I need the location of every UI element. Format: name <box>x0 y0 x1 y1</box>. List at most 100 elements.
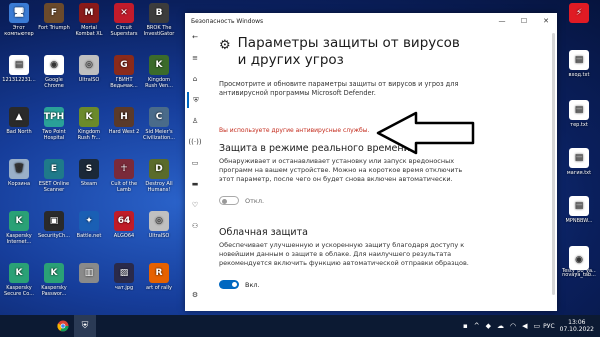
desktop-icon-label: Hard West 2 <box>108 129 140 135</box>
minimize-button[interactable]: — <box>491 17 513 25</box>
desktop-icon-label: novaya_tab... <box>562 272 596 278</box>
desktop-icon[interactable]: ⚡ <box>562 3 596 25</box>
taskbar: ⛨ ▪ ^ ◆ ☁ ◠ ◀ ▭ РУС 13:06 07.10.2022 <box>0 315 600 337</box>
desktop-icon-label: чат.jpg <box>114 285 134 291</box>
desktop-icon-label: MPNBBW... <box>565 218 593 224</box>
desktop-icon[interactable]: B BROK The InvestiGator <box>142 3 176 37</box>
desktop-icon-label: вход.txt <box>568 72 590 78</box>
back-icon[interactable]: ← <box>187 29 203 45</box>
desktop-app-icon: M <box>79 3 99 23</box>
desktop-icon[interactable]: ◉ novaya_tab... <box>562 250 596 278</box>
desktop-icon[interactable]: K Kingdom Rush Fr... <box>72 107 106 141</box>
family-icon[interactable]: ⚇ <box>187 218 203 234</box>
desktop-icon-label: Cult of the Lamb <box>110 181 138 193</box>
shield-icon[interactable]: ⛨ <box>187 92 203 108</box>
battery-icon[interactable]: ▭ <box>534 322 541 330</box>
desktop-icon[interactable]: ▣ SecurityCh... <box>37 211 71 239</box>
clock[interactable]: 13:06 07.10.2022 <box>560 319 594 333</box>
desktop-app-icon: ▤ <box>569 148 589 168</box>
realtime-toggle-label: Откл. <box>245 196 265 205</box>
navigation-rail: ← ≡ ⌂ ⛨ ♙ ((·)) ▭ ▬ ♡ ⚇ ⚙ <box>185 29 205 311</box>
realtime-protection-description: Обнаруживает и останавливает установку и… <box>219 157 463 183</box>
laptop-icon[interactable]: ▬ <box>187 176 203 192</box>
title-bar: Безопасность Windows — ☐ ✕ <box>185 13 557 29</box>
desktop-app-icon: K <box>9 263 29 283</box>
desktop-icon[interactable]: K Kaspersky Internet... <box>2 211 36 245</box>
desktop-icon[interactable]: ✦ Battle.net <box>72 211 106 239</box>
chrome-taskbar-icon[interactable] <box>52 315 74 337</box>
desktop-icon[interactable]: ▥ <box>72 263 106 285</box>
page-title: Параметры защиты от вирусов и других угр… <box>237 35 460 68</box>
desktop-icon-label: Destroy All Humans! <box>145 181 173 193</box>
desktop-icon[interactable]: G ГВИНТ Ведьмак... <box>107 55 141 89</box>
wifi-icon[interactable]: ((·)) <box>187 134 203 150</box>
close-button[interactable]: ✕ <box>535 17 557 25</box>
desktop-icon[interactable]: ▤ 121312231... <box>2 55 36 83</box>
heart-icon[interactable]: ♡ <box>187 197 203 213</box>
desktop-app-icon: K <box>79 107 99 127</box>
desktop-icon[interactable]: ▲ Bad North <box>2 107 36 135</box>
realtime-protection-toggle[interactable] <box>219 196 239 205</box>
chevron-up-icon[interactable]: ^ <box>474 322 480 330</box>
menu-icon[interactable]: ≡ <box>187 50 203 66</box>
desktop-icon[interactable]: ▤ MPNBBW... <box>562 196 596 224</box>
tray-shield-icon[interactable]: ◆ <box>486 322 491 330</box>
desktop-icon[interactable]: C Sid Meier's Civilization... <box>142 107 176 141</box>
volume-icon[interactable]: ◀ <box>522 322 527 330</box>
desktop-icon[interactable]: E ESET Online Scanner <box>37 159 71 193</box>
desktop-icon[interactable]: ◎ UltraISO <box>72 55 106 83</box>
desktop-icon[interactable]: 🗑 Корзина <box>2 159 36 187</box>
desktop-icon-label: ESET Online Scanner <box>38 181 70 193</box>
cloud-protection-toggle[interactable] <box>219 280 239 289</box>
tray-cloud-icon[interactable]: ☁ <box>497 322 504 330</box>
annotation-arrow-icon <box>376 111 475 155</box>
desktop-icon[interactable]: TPH Two Point Hospital <box>37 107 71 141</box>
desktop-icon-label: Корзина <box>7 181 31 187</box>
desktop-app-icon: B <box>149 3 169 23</box>
desktop-icon[interactable]: ◉ Google Chrome <box>37 55 71 89</box>
person-icon[interactable]: ♙ <box>187 113 203 129</box>
desktop-icon[interactable]: D Destroy All Humans! <box>142 159 176 193</box>
desktop-icon[interactable]: ▤ вход.txt <box>562 50 596 78</box>
desktop-app-icon: 64 <box>114 211 134 231</box>
virus-settings-icon: ⚙ <box>219 38 231 53</box>
desktop-app-icon: ▲ <box>9 107 29 127</box>
desktop-icon[interactable]: K Kaspersky Passwor... <box>37 263 71 297</box>
desktop-icon-label: Sid Meier's Civilization... <box>142 129 176 141</box>
desktop-icon[interactable]: H Hard West 2 <box>107 107 141 135</box>
language-indicator[interactable]: РУС <box>543 323 554 330</box>
home-icon[interactable]: ⌂ <box>187 71 203 87</box>
desktop-app-icon: ☥ <box>114 159 134 179</box>
windows-security-taskbar-icon[interactable]: ⛨ <box>74 315 96 337</box>
settings-icon[interactable]: ⚙ <box>187 287 203 303</box>
scrollbar[interactable] <box>552 33 555 295</box>
desktop-app-icon: 🗑 <box>9 159 29 179</box>
desktop-app-icon: ▨ <box>114 263 134 283</box>
desktop-icon[interactable]: Rart of rally <box>142 263 176 291</box>
wifi-tray-icon[interactable]: ◠ <box>510 322 516 330</box>
desktop-icon[interactable]: 64 ALGO64 <box>107 211 141 239</box>
desktop-icon[interactable]: ▤ магия.txt <box>562 148 596 176</box>
desktop-icon-label: Bad North <box>6 129 32 135</box>
maximize-button[interactable]: ☐ <box>513 17 535 25</box>
page-content: ⚙ Параметры защиты от вирусов и других у… <box>219 35 545 311</box>
desktop-icon[interactable]: M Mortal Kombat XL <box>72 3 106 37</box>
desktop-icon[interactable]: K Kaspersky Secure Co... <box>2 263 36 297</box>
app-icon[interactable]: ▭ <box>187 155 203 171</box>
desktop-icon[interactable]: ▤ тер.txt <box>562 100 596 128</box>
cloud-protection-description: Обеспечивает улучшенную и ускоренную защ… <box>219 241 469 267</box>
desktop-icon[interactable]: K Kingdom Rush Ven... <box>142 55 176 89</box>
desktop-icon[interactable]: ✕ Circuit Superstars <box>107 3 141 37</box>
desktop-icon[interactable]: ▨ чат.jpg <box>107 263 141 291</box>
desktop-icon[interactable]: F Fort Triumph <box>37 3 71 31</box>
desktop-app-icon: R <box>149 263 169 283</box>
desktop-icon[interactable]: ◎ UltraISO <box>142 211 176 239</box>
desktop-icon[interactable]: 🖥 Этот компьютер <box>2 3 36 37</box>
desktop-icon-label: UltraISO <box>148 233 170 239</box>
desktop-app-icon: ◎ <box>79 55 99 75</box>
tray-app-icon[interactable]: ▪ <box>463 322 468 330</box>
desktop-icon[interactable]: ☥ Cult of the Lamb <box>107 159 141 193</box>
desktop-icon[interactable]: S Steam <box>72 159 106 187</box>
window-title: Безопасность Windows <box>191 17 264 25</box>
page-description: Просмотрите и обновите параметры защиты … <box>219 80 459 97</box>
